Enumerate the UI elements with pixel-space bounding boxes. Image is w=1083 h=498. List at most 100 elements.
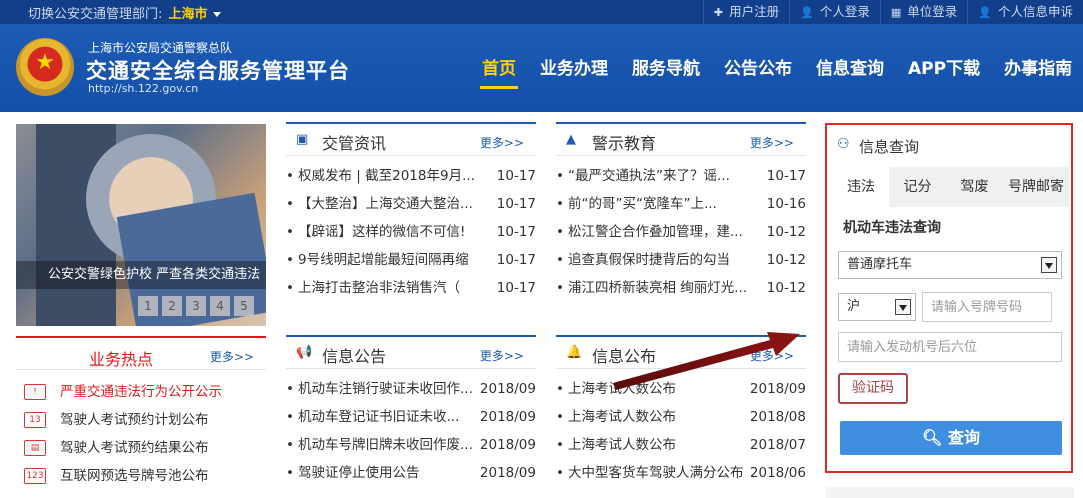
list-item[interactable]: • 浦江四桥新装亮相 绚丽灯光... 10-12 [556,274,806,302]
star-icon: ★ [35,50,55,75]
info-publish-header: 🔔 信息公布 更多>> [556,335,806,369]
info-query-widget: ⚇ 信息查询 违法 记分 驾废 号牌邮寄 机动车违法查询 普通摩托车 沪 验证码… [825,123,1073,473]
carousel-page-5[interactable]: 5 [234,296,254,316]
site-header: ★ 上海市公安局交通警察总队 交通安全综合服务管理平台 http://sh.12… [0,24,1083,112]
pub-more-link[interactable]: 更多>> [750,347,794,364]
plus-icon: ✚ [713,6,724,19]
list-item[interactable]: • 机动车注销行驶证未收回作... 2018/09 [286,375,536,403]
banner-carousel[interactable]: 公安交警绿色护校 严查各类交通违法 1 2 3 4 5 [16,124,266,326]
vehicle-type-select[interactable]: 普通摩托车 [838,251,1062,279]
chevron-down-icon [895,299,911,315]
list-item[interactable]: • 松江警企合作叠加管理，建... 10-12 [556,218,806,246]
info-notice-list: • 机动车注销行驶证未收回作... 2018/09 • 机动车登记证书旧证未收..… [286,369,536,487]
info-publish-panel: 🔔 信息公布 更多>> • 上海考试人数公布 2018/09 • 上海考试人数公布… [556,335,806,487]
list-item[interactable]: ! 严重交通违法行为公开公示 [16,378,266,406]
list-item[interactable]: • 9号线明起增能最短间隔再缩 10-17 [286,246,536,274]
list-item[interactable]: • 上海打击整治非法销售汽（ 10-17 [286,274,536,302]
submit-query-button[interactable]: 🔍︎ 查询 [840,421,1062,455]
city-switch-label: 切换公安交通管理部门: [28,7,163,22]
warning-education-list: • “最严交通执法”来了？谣... 10-17 • 前“的哥”买“宽隆车”上...… [556,156,806,302]
chevron-down-icon [1041,257,1057,273]
warning-education-panel: ▲ 警示教育 更多>> • “最严交通执法”来了？谣... 10-17 • 前“的… [556,122,806,302]
info-publish-title: 信息公布 [592,347,657,366]
list-item[interactable]: • 追查真假保时捷背后的勾当 10-12 [556,246,806,274]
site-url: http://sh.122.gov.cn [88,82,199,95]
current-city[interactable]: 上海市 [169,7,208,22]
province-select[interactable]: 沪 [838,293,916,321]
warning-education-header: ▲ 警示教育 更多>> [556,122,806,156]
calendar-icon: 13 [24,412,46,428]
plate-icon: 123 [24,468,46,484]
info-notice-header: 📢 信息公告 更多>> [286,335,536,369]
bell-icon: 🔔 [566,345,583,360]
engine-number-input[interactable] [838,332,1062,362]
nav-app-download[interactable]: APP下载 [896,24,992,112]
hot-more-link[interactable]: 更多>> [210,348,254,365]
warn-more-link[interactable]: 更多>> [750,134,794,151]
query-tabs: 违法 记分 驾废 号牌邮寄 [833,167,1069,207]
list-item[interactable]: • 机动车登记证书旧证未收... 2018/09 [286,403,536,431]
newspaper-icon: ▣ [296,132,309,147]
traffic-news-header: ▣ 交管资讯 更多>> [286,122,536,156]
tab-scrapped[interactable]: 驾废 [946,167,1003,207]
nav-service-guide[interactable]: 服务导航 [620,24,712,112]
tab-points[interactable]: 记分 [889,167,946,207]
id-card-icon: ▤ [24,440,46,456]
caret-down-icon[interactable] [212,12,221,17]
list-item[interactable]: 123 互联网预选号牌号池公布 [16,462,266,490]
list-item[interactable]: ▤ 驾驶人考试预约结果公布 [16,434,266,462]
info-publish-list: • 上海考试人数公布 2018/09 • 上海考试人数公布 2018/08 • 上海… [556,369,806,487]
page-divider [826,487,1074,498]
binoculars-icon: ⚇ [837,136,850,152]
list-item[interactable]: • 上海考试人数公布 2018/08 [556,403,806,431]
register-link[interactable]: ✚ 用户注册 [702,0,789,24]
info-query-header: ⚇ 信息查询 [827,125,1071,165]
list-item[interactable]: • 前“的哥”买“宽隆车”上... 10-16 [556,190,806,218]
nav-info-query[interactable]: 信息查询 [804,24,896,112]
personal-login-link[interactable]: 👤 个人登录 [789,0,880,24]
query-subtitle: 机动车违法查询 [843,220,941,236]
carousel-page-4[interactable]: 4 [210,296,230,316]
carousel-page-2[interactable]: 2 [162,296,182,316]
info-notice-title: 信息公告 [322,347,387,366]
nav-guide[interactable]: 办事指南 [992,24,1083,112]
tab-violation[interactable]: 违法 [833,167,889,207]
platform-title: 交通安全综合服务管理平台 [86,59,350,83]
plate-number-input[interactable] [922,292,1052,322]
list-item[interactable]: • 大中型客货车驾驶人满分公布 2018/06 [556,459,806,487]
company-login-link[interactable]: ▦ 单位登录 [879,0,967,24]
user-icon: 👤 [800,6,814,19]
appeal-link[interactable]: 👤 个人信息申诉 [967,0,1083,24]
police-emblem-logo[interactable]: ★ [16,38,74,96]
info-query-title: 信息查询 [859,138,920,156]
warning-icon: ▲ [566,132,576,147]
carousel-page-1[interactable]: 1 [138,296,158,316]
nav-business[interactable]: 业务办理 [528,24,620,112]
list-item[interactable]: • 上海考试人数公布 2018/07 [556,431,806,459]
tab-plate-mail[interactable]: 号牌邮寄 [1003,167,1069,207]
list-item[interactable]: • 权威发布 | 截至2018年9月... 10-17 [286,162,536,190]
list-item[interactable]: 13 驾驶人考试预约计划公布 [16,406,266,434]
nav-announcements[interactable]: 公告公布 [712,24,804,112]
notice-more-link[interactable]: 更多>> [480,347,524,364]
hot-topics-list: ! 严重交通违法行为公开公示 13 驾驶人考试预约计划公布 ▤ 驾驶人考试预约结果公布… [16,370,266,490]
list-item[interactable]: • 上海考试人数公布 2018/09 [556,375,806,403]
captcha-button[interactable]: 验证码 [838,373,908,404]
banner-caption[interactable]: 公安交警绿色护校 严查各类交通违法 [16,261,266,289]
carousel-page-3[interactable]: 3 [186,296,206,316]
city-switcher[interactable]: 切换公安交通管理部门: 上海市 [28,3,221,22]
search-icon: 🔍︎ [922,428,943,447]
list-item[interactable]: • 【大整治】上海交通大整治... 10-17 [286,190,536,218]
nav-home[interactable]: 首页 [470,24,528,112]
department-name: 上海市公安局交通警察总队 [88,41,233,55]
warning-icon: ! [24,384,46,400]
news-more-link[interactable]: 更多>> [480,134,524,151]
warning-education-title: 警示教育 [592,134,657,153]
list-item[interactable]: • 机动车号牌旧牌未收回作废... 2018/09 [286,431,536,459]
hot-topics-title: 业务热点 [88,350,153,369]
list-item[interactable]: • 【辟谣】这样的微信不可信! 10-17 [286,218,536,246]
hot-topics-panel: 业务热点 更多>> ! 严重交通违法行为公开公示 13 驾驶人考试预约计划公布 ▤ 驾… [16,336,266,490]
list-item[interactable]: • “最严交通执法”来了？谣... 10-17 [556,162,806,190]
info-notice-panel: 📢 信息公告 更多>> • 机动车注销行驶证未收回作... 2018/09 • 机… [286,335,536,487]
list-item[interactable]: • 驾驶证停止使用公告 2018/09 [286,459,536,487]
